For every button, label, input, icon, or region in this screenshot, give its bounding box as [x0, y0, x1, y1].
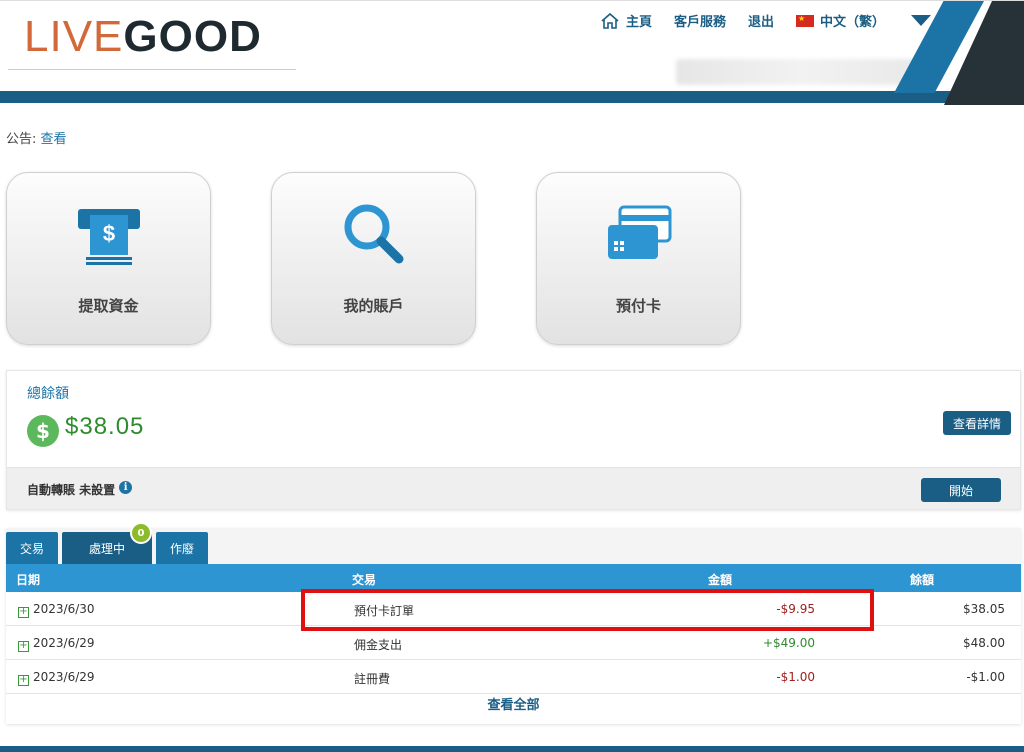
tab-transactions[interactable]: 交易 [6, 532, 58, 564]
row-transaction: 預付卡訂單 [354, 604, 415, 618]
table-row[interactable]: +2023/6/30 預付卡訂單 -$9.95 $38.05 [6, 592, 1021, 626]
balance-amount: $38.05 [65, 413, 145, 440]
logo-text-live: LIVE [24, 12, 124, 61]
row-amount: -$1.00 [776, 670, 815, 684]
auto-transfer-label: 自動轉賬 未設置 [27, 483, 116, 497]
tab-void-label: 作廢 [169, 541, 194, 556]
nav-customer-service[interactable]: 客戶服務 [674, 11, 726, 30]
tile-prepaid-card[interactable]: 預付卡 [536, 172, 741, 345]
tab-void[interactable]: 作廢 [156, 532, 208, 564]
tile-prepaid-label: 預付卡 [615, 297, 661, 315]
processing-count-badge: 0 [130, 522, 152, 544]
footer-band [0, 746, 1024, 752]
blurred-user-info [676, 59, 928, 85]
nav-service-label: 客戶服務 [674, 15, 727, 30]
row-date: +2023/6/29 [18, 670, 95, 686]
prepaid-card-icon [607, 205, 671, 259]
tab-transactions-label: 交易 [19, 541, 44, 556]
chevron-down-icon[interactable] [911, 15, 932, 26]
expand-plus-icon[interactable]: + [18, 675, 29, 686]
announcement: 公告: 查看 [6, 128, 67, 147]
top-navigation: 主頁 客戶服務 退出 中文（繁） [600, 11, 932, 30]
language-selector[interactable]: 中文（繁） [796, 11, 885, 30]
announcement-view-link[interactable]: 查看 [41, 132, 67, 147]
header-band [0, 91, 1024, 103]
svg-text:$: $ [102, 221, 114, 246]
row-balance: -$1.00 [966, 670, 1005, 684]
nav-home-label: 主頁 [626, 15, 653, 30]
logo-divider [8, 69, 296, 70]
tile-withdraw-label: 提取資金 [78, 297, 139, 315]
logo-text-good: GOOD [123, 12, 262, 61]
total-balance-card: 總餘額 $ $38.05 查看詳情 自動轉賬 未設置 i 開始 [6, 370, 1021, 510]
tile-my-account[interactable]: 我的賬戶 [271, 172, 476, 345]
col-balance: 餘額 [910, 573, 935, 587]
tile-account-label: 我的賬戶 [343, 297, 404, 315]
expand-plus-icon[interactable]: + [18, 607, 29, 618]
row-date-text: 2023/6/30 [33, 602, 95, 616]
atm-withdraw-icon: $ [77, 209, 140, 265]
nav-home[interactable]: 主頁 [600, 11, 652, 30]
dollar-coin-icon: $ [27, 415, 59, 447]
row-balance: $48.00 [963, 636, 1005, 650]
row-date: +2023/6/30 [18, 602, 95, 618]
row-date: +2023/6/29 [18, 636, 95, 652]
balance-title: 總餘額 [27, 386, 69, 402]
row-date-text: 2023/6/29 [33, 636, 95, 650]
row-transaction: 佣金支出 [354, 638, 403, 652]
announcement-label: 公告: [6, 132, 37, 147]
col-date: 日期 [16, 573, 41, 587]
livegood-logo[interactable]: LIVE GOOD [24, 9, 262, 65]
china-flag-icon [796, 14, 815, 27]
magnifier-icon [344, 204, 403, 264]
row-transaction: 註冊費 [354, 672, 391, 686]
row-date-text: 2023/6/29 [33, 670, 95, 684]
home-icon [601, 12, 619, 29]
nav-logout-label: 退出 [748, 15, 775, 30]
tab-processing-label: 處理中 [88, 541, 125, 556]
col-amount: 金額 [708, 573, 733, 587]
transactions-panel: 交易 處理中 0 作廢 日期 交易 金額 餘額 +2023/6/30 預付卡訂單… [6, 522, 1021, 724]
row-amount: +$49.00 [762, 636, 815, 650]
auto-transfer-status: 自動轉賬 未設置 i [27, 481, 133, 498]
table-row[interactable]: +2023/6/29 佣金支出 +$49.00 $48.00 [6, 626, 1021, 660]
view-all-link[interactable]: 查看全部 [6, 694, 1021, 713]
col-transaction: 交易 [352, 573, 377, 587]
auto-transfer-bar: 自動轉賬 未設置 i 開始 [7, 467, 1020, 509]
nav-logout[interactable]: 退出 [748, 11, 774, 30]
start-button[interactable]: 開始 [921, 478, 1001, 502]
expand-plus-icon[interactable]: + [18, 641, 29, 652]
table-header: 日期 交易 金額 餘額 [6, 564, 1021, 592]
tile-withdraw-funds[interactable]: $ 提取資金 [6, 172, 211, 345]
site-header: LIVEGOOD 主頁 客戶服務 退出 中文（繁） [0, 0, 1024, 105]
language-label: 中文（繁） [820, 15, 886, 30]
transaction-tabs: 交易 處理中 0 作廢 [6, 522, 1021, 564]
view-details-button[interactable]: 查看詳情 [943, 411, 1011, 435]
row-balance: $38.05 [963, 602, 1005, 616]
info-icon[interactable]: i [119, 481, 133, 494]
row-amount: -$9.95 [776, 602, 815, 616]
table-row[interactable]: +2023/6/29 註冊費 -$1.00 -$1.00 [6, 660, 1021, 694]
